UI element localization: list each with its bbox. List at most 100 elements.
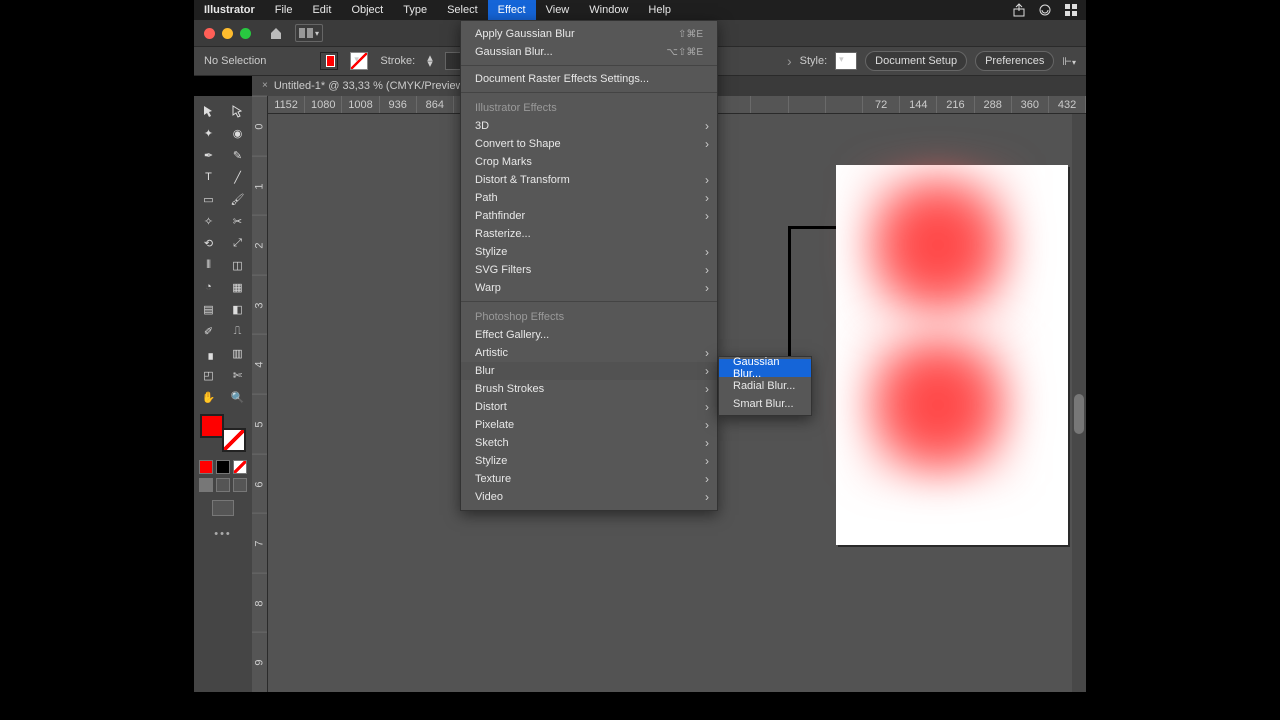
traffic-lights [194,28,261,39]
zoom-tool[interactable]: 🔍 [223,386,252,408]
menu-section-illustrator: Illustrator Effects [461,97,717,117]
menu-window[interactable]: Window [579,0,638,20]
menu-convert-to-shape[interactable]: Convert to Shape [461,135,717,153]
hand-tool[interactable]: ✋ [194,386,223,408]
pen-tool[interactable]: ✒ [194,144,223,166]
screen-mode-button[interactable] [212,500,234,516]
blurred-shape[interactable] [858,165,1018,325]
share-icon[interactable] [1012,3,1026,17]
menu-texture[interactable]: Texture [461,470,717,488]
menu-object[interactable]: Object [341,0,393,20]
rectangle-tool[interactable]: ▭ [194,188,223,210]
menu-file[interactable]: File [265,0,303,20]
menu-apply-last-effect[interactable]: Apply Gaussian Blur⇧⌘E [461,25,717,43]
direct-selection-tool[interactable] [223,100,252,122]
menu-video[interactable]: Video [461,488,717,506]
menu-effect[interactable]: Effect [488,0,536,20]
eraser-tool[interactable]: ✂ [223,210,252,232]
submenu-radial-blur[interactable]: Radial Blur... [719,377,811,395]
preferences-button[interactable]: Preferences [975,51,1054,71]
free-transform-tool[interactable]: ◫ [223,254,252,276]
fill-stroke-color-picker[interactable] [198,414,248,452]
shaper-tool[interactable]: ✧ [194,210,223,232]
stroke-weight-stepper[interactable]: ▴▾ [427,55,433,67]
arrange-documents-button[interactable]: ▾ [295,24,323,42]
curvature-tool[interactable]: ✎ [223,144,252,166]
menu-rasterize[interactable]: Rasterize... [461,225,717,243]
vertical-ruler: 0 1 2 3 4 5 6 7 8 9 [252,96,268,692]
shape-builder-tool[interactable]: ◔ [194,276,223,298]
color-mode-row[interactable] [198,460,248,474]
close-tab-icon[interactable]: × [262,76,268,96]
paintbrush-tool[interactable]: 🖌 [223,188,252,210]
align-to-icon[interactable]: ⊩▾ [1062,55,1076,68]
menu-pathfinder[interactable]: Pathfinder [461,207,717,225]
home-icon[interactable] [267,24,285,42]
menu-raster-settings[interactable]: Document Raster Effects Settings... [461,70,717,88]
slice-tool[interactable]: ✄ [223,364,252,386]
blur-submenu: Gaussian Blur... Radial Blur... Smart Bl… [718,356,812,416]
selection-tool[interactable] [194,100,223,122]
menu-view[interactable]: View [536,0,580,20]
magic-wand-tool[interactable]: ✦ [194,122,223,144]
menu-brush-strokes[interactable]: Brush Strokes [461,380,717,398]
menu-help[interactable]: Help [638,0,681,20]
blurred-shape[interactable] [858,325,1018,485]
menu-section-photoshop: Photoshop Effects [461,306,717,326]
menu-sketch[interactable]: Sketch [461,434,717,452]
perspective-tool[interactable]: ▦ [223,276,252,298]
gradient-tool[interactable]: ◧ [223,298,252,320]
menu-blur[interactable]: Blur [461,362,717,380]
menu-path[interactable]: Path [461,189,717,207]
menubar-tray [1012,3,1086,17]
document-setup-button[interactable]: Document Setup [865,51,967,71]
close-window-icon[interactable] [204,28,215,39]
menu-stylize-ps[interactable]: Stylize [461,452,717,470]
menu-svg-filters[interactable]: SVG Filters [461,261,717,279]
menu-crop-marks[interactable]: Crop Marks [461,153,717,171]
width-tool[interactable]: ⫴ [194,254,223,276]
menu-select[interactable]: Select [437,0,488,20]
menu-last-effect[interactable]: Gaussian Blur...⌥⇧⌘E [461,43,717,61]
mesh-tool[interactable]: ▤ [194,298,223,320]
zoom-window-icon[interactable] [240,28,251,39]
macos-menubar: Illustrator File Edit Object Type Select… [194,0,1086,20]
menu-warp[interactable]: Warp [461,279,717,297]
vertical-scrollbar[interactable] [1072,114,1086,692]
toolbox: ✦◉ ✒✎ T╱ ▭🖌 ✧✂ ⟲⤢ ⫴◫ ◔▦ ▤◧ ✐⎍ ▗▥ ◰✄ ✋🔍 •… [194,96,252,692]
cloud-icon[interactable] [1038,3,1052,17]
eyedropper-tool[interactable]: ✐ [194,320,223,342]
submenu-gaussian-blur[interactable]: Gaussian Blur... [719,359,811,377]
fill-swatch[interactable] [320,52,338,70]
menu-pixelate[interactable]: Pixelate [461,416,717,434]
menu-distort[interactable]: Distort [461,398,717,416]
menu-effect-gallery[interactable]: Effect Gallery... [461,326,717,344]
menu-artistic[interactable]: Artistic [461,344,717,362]
grid-icon[interactable] [1064,3,1078,17]
nav-arrow-icon[interactable]: › [787,53,792,69]
artboard-tool[interactable]: ◰ [194,364,223,386]
document-tab[interactable]: × Untitled-1* @ 33,33 % (CMYK/Preview) [252,76,478,96]
menu-3d[interactable]: 3D [461,117,717,135]
app-name: Illustrator [194,4,265,16]
artboard[interactable] [836,165,1068,545]
type-tool[interactable]: T [194,166,223,188]
edit-toolbar-button[interactable]: ••• [194,528,252,540]
stroke-label: Stroke: [380,55,415,67]
blend-tool[interactable]: ⎍ [223,320,252,342]
draw-mode-row[interactable] [198,478,248,492]
menu-edit[interactable]: Edit [302,0,341,20]
minimize-window-icon[interactable] [222,28,233,39]
stroke-swatch[interactable] [350,52,368,70]
menu-type[interactable]: Type [393,0,437,20]
scale-tool[interactable]: ⤢ [223,232,252,254]
submenu-smart-blur[interactable]: Smart Blur... [719,395,811,413]
line-tool[interactable]: ╱ [223,166,252,188]
graphic-style-picker[interactable] [835,52,857,70]
menu-stylize-ill[interactable]: Stylize [461,243,717,261]
column-graph-tool[interactable]: ▥ [223,342,252,364]
menu-distort-transform[interactable]: Distort & Transform [461,171,717,189]
symbol-sprayer-tool[interactable]: ▗ [194,342,223,364]
lasso-tool[interactable]: ◉ [223,122,252,144]
rotate-tool[interactable]: ⟲ [194,232,223,254]
